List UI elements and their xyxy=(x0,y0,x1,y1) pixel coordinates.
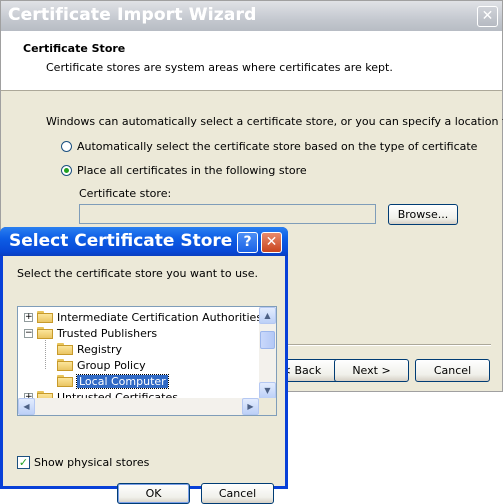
scroll-up-button[interactable]: ▲ xyxy=(259,307,276,324)
show-physical-stores-label: Show physical stores xyxy=(34,456,150,469)
radio-place-in-store-label: Place all certificates in the following … xyxy=(77,163,307,177)
tree-item-label: Trusted Publishers xyxy=(57,326,158,340)
show-physical-stores-checkbox[interactable]: ✓ xyxy=(17,456,30,469)
tree-item[interactable]: − Trusted Publishers xyxy=(24,325,157,341)
folder-icon xyxy=(57,343,73,355)
next-button[interactable]: Next > xyxy=(334,359,409,382)
scroll-down-button[interactable]: ▼ xyxy=(259,382,276,399)
arrow-down-icon: ▼ xyxy=(264,386,271,395)
folder-icon xyxy=(57,375,73,387)
dialog-title: Select Certificate Store xyxy=(9,231,233,251)
tree-horizontal-scrollbar[interactable]: ◀ ▶ xyxy=(18,398,259,415)
dialog-prompt: Select the certificate store you want to… xyxy=(17,267,259,280)
wizard-header-title: Certificate Store xyxy=(23,42,126,55)
dialog-help-button[interactable]: ? xyxy=(237,232,258,253)
scroll-left-button[interactable]: ◀ xyxy=(18,398,35,415)
tree-item-label: Intermediate Certification Authorities xyxy=(57,310,263,324)
tree-vertical-scrollbar[interactable]: ▲ ▼ xyxy=(259,307,276,399)
select-certificate-store-dialog: Select Certificate Store ? ✕ Select the … xyxy=(0,227,288,504)
arrow-left-icon: ◀ xyxy=(23,402,30,411)
collapse-icon[interactable]: − xyxy=(24,328,33,338)
ok-button[interactable]: OK xyxy=(117,483,190,504)
expand-icon[interactable]: + xyxy=(24,312,33,322)
arrow-up-icon: ▲ xyxy=(264,311,271,320)
certificate-store-field[interactable] xyxy=(79,204,376,224)
dialog-body: Select the certificate store you want to… xyxy=(3,256,285,504)
wizard-close-button[interactable]: ✕ xyxy=(477,6,498,27)
certificate-store-tree[interactable]: + Intermediate Certification Authorities… xyxy=(17,306,277,416)
radio-auto-select-indicator[interactable] xyxy=(61,140,72,152)
folder-icon xyxy=(57,359,73,371)
wizard-title-bar[interactable]: Certificate Import Wizard ✕ xyxy=(1,1,502,31)
tree-item[interactable]: + Intermediate Certification Authorities xyxy=(24,309,262,325)
close-icon: ✕ xyxy=(265,234,278,250)
dialog-cancel-button[interactable]: Cancel xyxy=(201,483,274,504)
certificate-store-label: Certificate store: xyxy=(79,187,172,200)
close-icon: ✕ xyxy=(481,8,494,24)
help-icon: ? xyxy=(243,234,252,250)
wizard-header: Certificate Store Certificate stores are… xyxy=(1,31,502,91)
tree-item-selected[interactable]: Local Computer xyxy=(57,373,169,389)
wizard-intro-text: Windows can automatically select a certi… xyxy=(46,115,503,128)
tree-item[interactable]: Registry xyxy=(57,341,122,357)
arrow-right-icon: ▶ xyxy=(247,402,254,411)
dialog-title-bar[interactable]: Select Certificate Store ? ✕ xyxy=(0,227,288,256)
folder-icon xyxy=(37,311,53,323)
radio-auto-select[interactable]: Automatically select the certificate sto… xyxy=(61,138,477,154)
browse-button[interactable]: Browse... xyxy=(388,204,458,225)
tree-item[interactable]: Group Policy xyxy=(57,357,146,373)
tree-item-label: Local Computer xyxy=(76,373,169,389)
show-physical-stores-checkbox-row[interactable]: ✓ Show physical stores xyxy=(17,456,149,469)
wizard-title: Certificate Import Wizard xyxy=(8,5,257,25)
radio-place-in-store[interactable]: Place all certificates in the following … xyxy=(61,162,307,178)
folder-icon xyxy=(37,327,53,339)
wizard-cancel-button[interactable]: Cancel xyxy=(415,359,490,382)
tree-item-label: Registry xyxy=(77,342,123,356)
radio-auto-select-label: Automatically select the certificate sto… xyxy=(77,139,478,153)
wizard-header-subtitle: Certificate stores are system areas wher… xyxy=(46,61,393,74)
scroll-thumb[interactable] xyxy=(260,331,275,349)
dialog-close-button[interactable]: ✕ xyxy=(261,232,282,253)
radio-place-in-store-indicator[interactable] xyxy=(61,164,72,176)
scrollbar-corner xyxy=(259,398,276,415)
scroll-right-button[interactable]: ▶ xyxy=(242,398,259,415)
tree-item-label: Group Policy xyxy=(77,358,146,372)
